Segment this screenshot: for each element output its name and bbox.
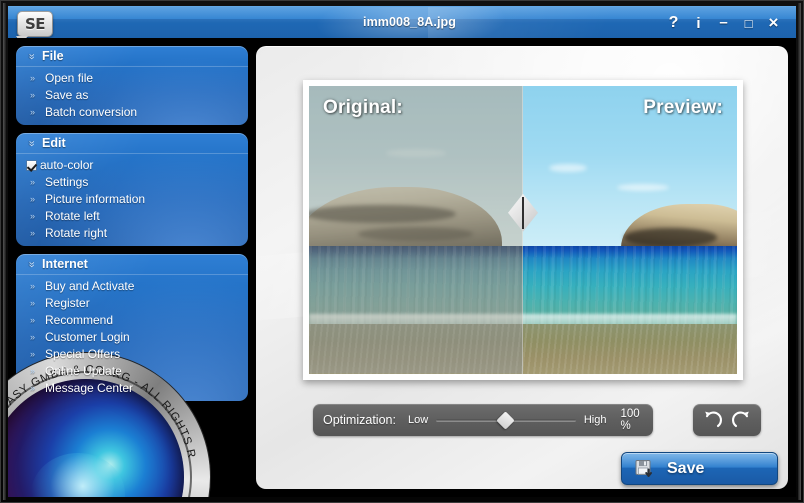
sidebar-items-file: » Open file » Save as » Batch conversion bbox=[16, 67, 248, 125]
chevron-right-icon: » bbox=[30, 227, 36, 238]
sidebar-item-picture-information[interactable]: » Picture information bbox=[16, 191, 248, 207]
chevron-right-icon: » bbox=[30, 314, 36, 325]
split-handle[interactable] bbox=[508, 193, 538, 232]
floppy-save-icon bbox=[635, 459, 652, 477]
help-icon[interactable]: ? bbox=[661, 11, 686, 35]
sidebar-item-rotate-left[interactable]: » Rotate left bbox=[16, 208, 248, 224]
sidebar-item-buy-and-activate[interactable]: » Buy and Activate bbox=[16, 278, 248, 294]
chevron-right-icon: » bbox=[30, 89, 36, 100]
sidebar-items-edit: auto-color » Settings » Picture informat… bbox=[16, 154, 248, 246]
sidebar-item-batch-conversion[interactable]: » Batch conversion bbox=[16, 104, 248, 120]
sidebar-panel-edit: » Edit auto-color » Settings » Picture i… bbox=[16, 133, 248, 246]
undo-button[interactable] bbox=[699, 408, 725, 432]
sidebar-item-special-offers[interactable]: » Special Offers bbox=[16, 346, 248, 362]
original-label: Original: bbox=[323, 97, 403, 118]
redo-button[interactable] bbox=[729, 408, 755, 432]
chevron-right-icon: » bbox=[30, 210, 36, 221]
sidebar-panel-title-internet: Internet bbox=[42, 257, 88, 271]
window-body: » File » Open file » Save as » Batch con… bbox=[8, 38, 796, 497]
sidebar-item-label: Register bbox=[45, 296, 90, 310]
sidebar-item-label: Buy and Activate bbox=[45, 279, 135, 293]
sidebar-item-message-center[interactable]: » Message Center bbox=[16, 380, 248, 396]
chevron-right-icon: » bbox=[30, 297, 36, 308]
sidebar-item-recommend[interactable]: » Recommend bbox=[16, 312, 248, 328]
optimization-label: Optimization: bbox=[323, 413, 396, 427]
sidebar-item-register[interactable]: » Register bbox=[16, 295, 248, 311]
chevron-down-icon: » bbox=[25, 260, 38, 268]
chevron-right-icon: » bbox=[30, 280, 36, 291]
sidebar-item-label: Customer Login bbox=[45, 330, 130, 344]
photo-cloud bbox=[617, 183, 669, 191]
title-bar[interactable]: SE imm008_8A.jpg ? i – □ × bbox=[8, 6, 796, 38]
window-edge-left bbox=[3, 3, 6, 500]
sidebar-item-label: Online Update bbox=[45, 364, 122, 378]
optimization-percent-value: 100 % bbox=[620, 408, 640, 432]
app-logo: SE bbox=[17, 11, 53, 37]
split-handle-divider bbox=[522, 196, 524, 229]
sidebar-item-label: Save as bbox=[45, 88, 89, 102]
sidebar-item-auto-color[interactable]: auto-color bbox=[16, 157, 248, 173]
sidebar-item-label: Special Offers bbox=[45, 347, 121, 361]
undo-redo-toolbar bbox=[693, 404, 761, 436]
sidebar-item-label: Batch conversion bbox=[45, 105, 138, 119]
sidebar-item-save-as[interactable]: » Save as bbox=[16, 87, 248, 103]
sidebar-panel-file: » File » Open file » Save as » Batch con… bbox=[16, 46, 248, 125]
sidebar-item-label: Rotate left bbox=[45, 209, 100, 223]
window-edge-right bbox=[798, 3, 801, 500]
sidebar-item-label: Settings bbox=[45, 175, 89, 189]
slider-thumb[interactable] bbox=[496, 411, 516, 430]
optimization-high-label: High bbox=[583, 414, 607, 426]
image-frame: Original: Preview: bbox=[303, 80, 743, 380]
sidebar-panel-internet: » Internet » Buy and Activate » Register… bbox=[16, 254, 248, 401]
sidebar-item-open-file[interactable]: » Open file bbox=[16, 70, 248, 86]
chevron-right-icon: » bbox=[30, 365, 36, 376]
sidebar-items-internet: » Buy and Activate » Register » Recommen… bbox=[16, 275, 248, 401]
chevron-right-icon: » bbox=[30, 331, 36, 342]
chevron-right-icon: » bbox=[30, 382, 36, 393]
sidebar-panel-header-file[interactable]: » File bbox=[16, 46, 248, 67]
sidebar-panel-title-edit: Edit bbox=[42, 136, 66, 150]
optimization-slider[interactable] bbox=[436, 411, 576, 430]
window-title: imm008_8A.jpg bbox=[363, 15, 457, 29]
redo-icon bbox=[732, 411, 749, 428]
image-compare-viewer[interactable]: Original: Preview: bbox=[309, 86, 737, 374]
sidebar-item-rotate-right[interactable]: » Rotate right bbox=[16, 225, 248, 241]
sidebar-item-label: Picture information bbox=[45, 192, 146, 206]
optimization-low-label: Low bbox=[407, 414, 429, 426]
sidebar-panel-header-internet[interactable]: » Internet bbox=[16, 254, 248, 275]
sidebar: » File » Open file » Save as » Batch con… bbox=[16, 46, 248, 409]
sidebar-item-label: Rotate right bbox=[45, 226, 108, 240]
content-panel: Original: Preview: Optimization: Low Hig… bbox=[256, 46, 788, 489]
chevron-down-icon: » bbox=[25, 139, 38, 147]
sidebar-item-settings[interactable]: » Settings bbox=[16, 174, 248, 190]
undo-icon bbox=[705, 411, 722, 428]
sidebar-item-label: Recommend bbox=[45, 313, 114, 327]
sidebar-item-customer-login[interactable]: » Customer Login bbox=[16, 329, 248, 345]
chevron-right-icon: » bbox=[30, 106, 36, 117]
window-controls: ? i – □ × bbox=[661, 11, 786, 35]
chevron-right-icon: » bbox=[30, 193, 36, 204]
application-window: SE imm008_8A.jpg ? i – □ × » File » Open… bbox=[0, 0, 804, 503]
sidebar-panel-header-edit[interactable]: » Edit bbox=[16, 133, 248, 154]
auto-color-checkbox[interactable] bbox=[26, 159, 37, 171]
sidebar-item-label: Message Center bbox=[45, 381, 134, 395]
chevron-right-icon: » bbox=[30, 176, 36, 187]
close-icon[interactable]: × bbox=[761, 11, 786, 35]
maximize-icon[interactable]: □ bbox=[736, 11, 761, 35]
original-half-overlay bbox=[309, 86, 523, 374]
sidebar-item-label: auto-color bbox=[40, 158, 94, 172]
save-button[interactable]: Save bbox=[621, 452, 778, 485]
sidebar-item-label: Open file bbox=[45, 71, 94, 85]
chevron-right-icon: » bbox=[30, 72, 36, 83]
sidebar-item-online-update[interactable]: » Online Update bbox=[16, 363, 248, 379]
info-icon[interactable]: i bbox=[686, 11, 711, 35]
app-logo-text: SE bbox=[24, 15, 46, 33]
sidebar-panel-title-file: File bbox=[42, 49, 64, 63]
minimize-icon[interactable]: – bbox=[711, 11, 736, 35]
preview-label: Preview: bbox=[643, 97, 723, 118]
chevron-right-icon: » bbox=[30, 348, 36, 359]
optimization-toolbar: Optimization: Low High 100 % bbox=[313, 404, 653, 436]
chevron-down-icon: » bbox=[25, 52, 38, 60]
save-button-label: Save bbox=[667, 459, 705, 477]
